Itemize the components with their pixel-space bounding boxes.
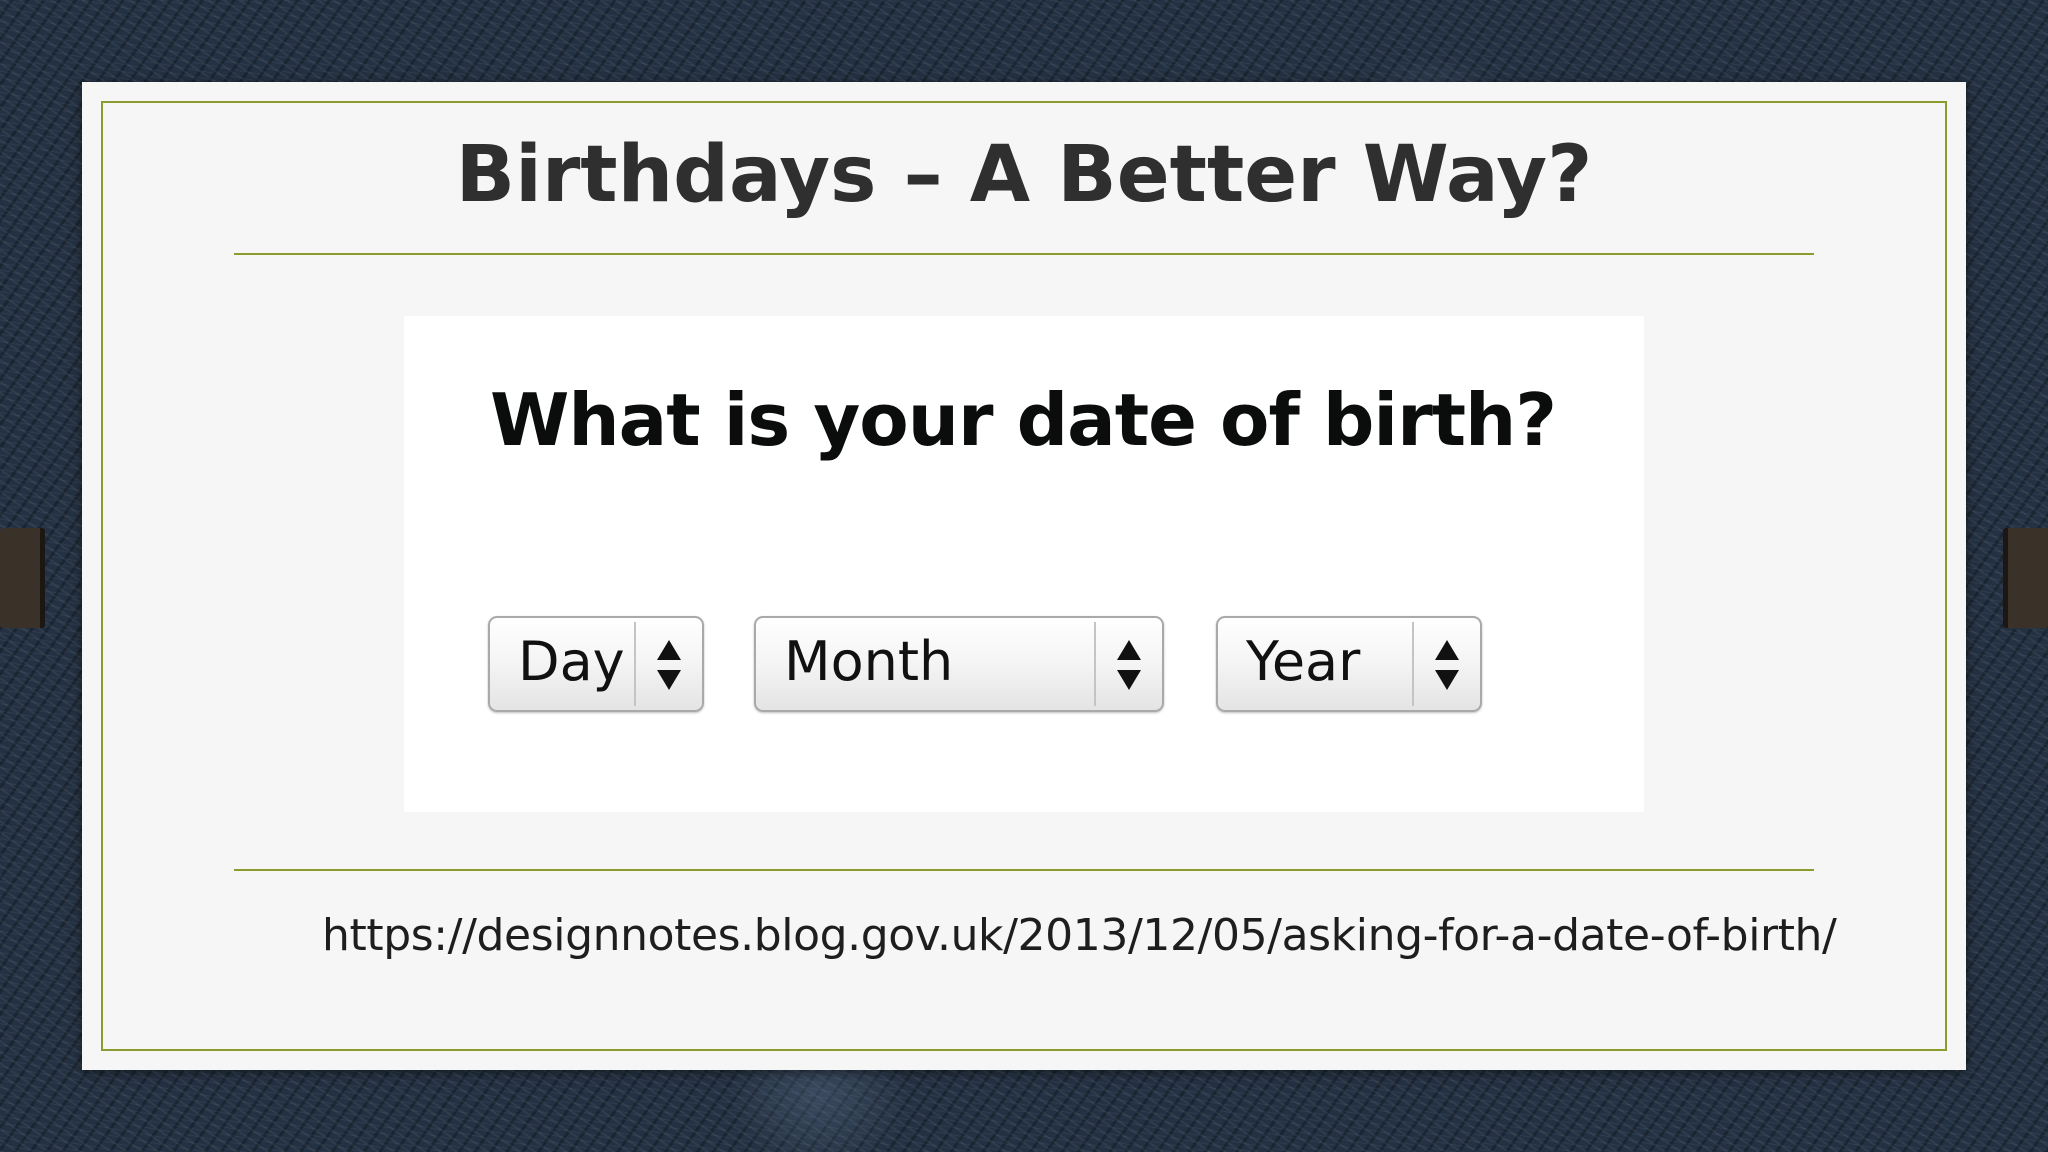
left-binder-clip (0, 528, 45, 628)
year-select[interactable]: Year (1216, 616, 1482, 712)
top-divider (234, 253, 1814, 255)
day-select[interactable]: Day (488, 616, 704, 712)
date-of-birth-form-screenshot: What is your date of birth? Day Month Ye… (404, 316, 1644, 812)
bottom-divider (234, 869, 1814, 871)
year-select-label: Year (1246, 630, 1361, 693)
day-select-label: Day (518, 630, 625, 693)
up-down-arrows-icon (1117, 640, 1141, 690)
up-down-arrows-icon (657, 640, 681, 690)
up-down-arrows-icon (1435, 640, 1459, 690)
select-divider (1094, 622, 1096, 706)
slide-title: Birthdays – A Better Way? (455, 130, 1593, 220)
select-divider (1412, 622, 1414, 706)
month-select[interactable]: Month (754, 616, 1164, 712)
source-url[interactable]: https://designnotes.blog.gov.uk/2013/12/… (322, 910, 1837, 961)
month-select-label: Month (784, 630, 954, 693)
select-divider (634, 622, 636, 706)
right-binder-clip (2003, 528, 2048, 628)
form-question: What is your date of birth? (490, 378, 1557, 462)
